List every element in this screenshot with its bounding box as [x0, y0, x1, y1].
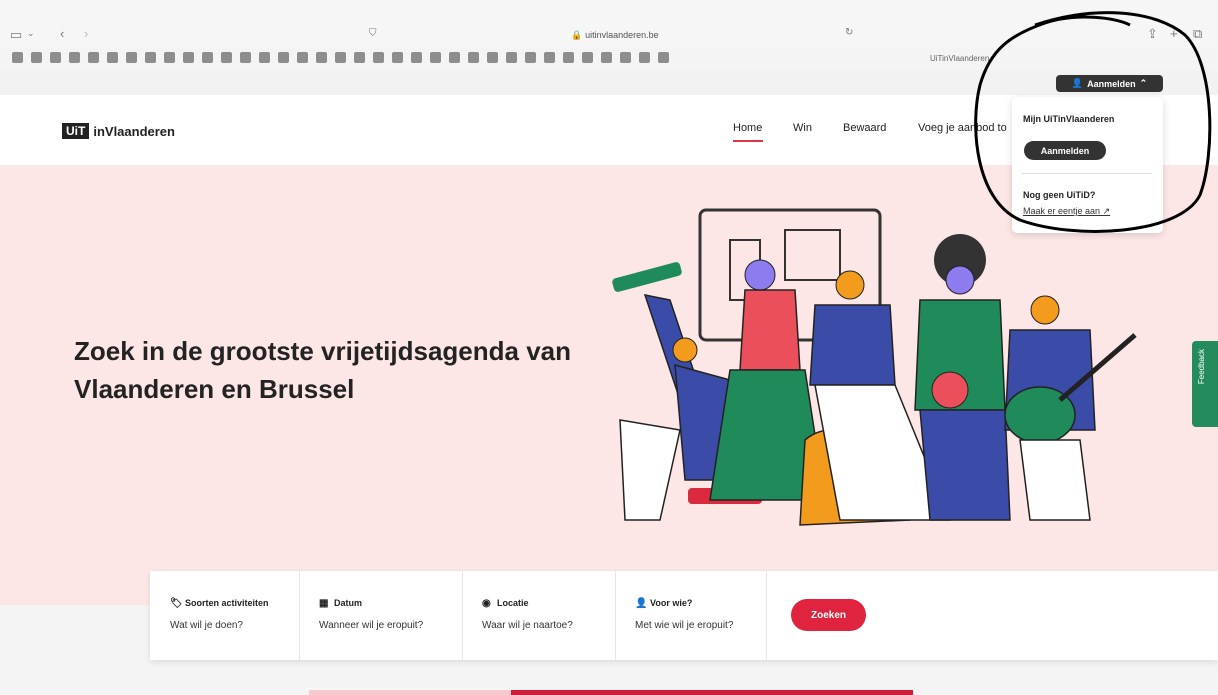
bookmark-icon[interactable] — [563, 52, 574, 63]
nav-home[interactable]: Home — [733, 122, 762, 134]
location-icon: ◉ — [482, 598, 491, 609]
bookmark-icon[interactable] — [50, 52, 61, 63]
bookmark-icon[interactable] — [544, 52, 555, 63]
forward-icon[interactable]: › — [84, 26, 88, 41]
nav-win[interactable]: Win — [793, 122, 812, 134]
bookmark-icon[interactable] — [259, 52, 270, 63]
bookmark-icon[interactable] — [487, 52, 498, 63]
bookmark-icon[interactable] — [107, 52, 118, 63]
reload-icon[interactable]: ↻ — [845, 27, 853, 38]
date-label: ▦ Datum — [319, 598, 363, 609]
feedback-tab[interactable]: Feedback — [1192, 341, 1218, 427]
user-icon: 👤 — [635, 598, 648, 609]
bookmark-icon[interactable] — [183, 52, 194, 63]
search-field-activities[interactable]: 🏷 Soorten activiteiten Wat wil je doen? — [150, 571, 300, 660]
bookmark-icon[interactable] — [126, 52, 137, 63]
bookmark-icon[interactable] — [240, 52, 251, 63]
bookmark-icon[interactable] — [582, 52, 593, 63]
bookmark-icon[interactable] — [278, 52, 289, 63]
logo-uit: UiT — [62, 123, 90, 139]
bookmark-icon[interactable] — [354, 52, 365, 63]
bookmark-icon[interactable] — [88, 52, 99, 63]
search-field-date[interactable]: ▦ Datum Wanneer wil je eropuit? — [299, 571, 463, 660]
activities-label: 🏷 Soorten activiteiten — [170, 598, 269, 609]
bookmark-icon[interactable] — [164, 52, 175, 63]
calendar-icon: ▦ — [319, 598, 329, 609]
bookmark-icon[interactable] — [525, 52, 536, 63]
hero-title: Zoek in de grootste vrijetijdsagenda van… — [74, 336, 572, 404]
bookmark-icon[interactable] — [202, 52, 213, 63]
bookmark-icon[interactable] — [373, 52, 384, 63]
annotation-circle — [974, 11, 1212, 233]
chevron-down-icon[interactable]: ⌄ — [27, 28, 35, 39]
audience-label: 👤 Voor wie? — [635, 598, 693, 609]
address-bar[interactable]: 🔒 uitinvlaanderen.be — [370, 27, 860, 43]
bookmark-icon[interactable] — [335, 52, 346, 63]
bookmark-icon[interactable] — [316, 52, 327, 63]
bookmark-icon[interactable] — [297, 52, 308, 63]
bookmark-icon[interactable] — [601, 52, 612, 63]
sidebar-toggle-icon[interactable]: ▭ — [10, 27, 22, 43]
bottom-banner-light — [309, 690, 511, 695]
logo-text: inVlaanderen — [93, 123, 175, 139]
search-submit-button[interactable]: Zoeken — [791, 599, 866, 631]
tag-icon: 🏷 — [170, 598, 183, 609]
site-logo[interactable]: UiT inVlaanderen — [62, 123, 175, 139]
bookmark-icon[interactable] — [468, 52, 479, 63]
date-value: Wanneer wil je eropuit? — [319, 620, 424, 631]
bookmark-icon[interactable] — [12, 52, 23, 63]
bookmark-icon[interactable] — [69, 52, 80, 63]
nav-bewaard[interactable]: Bewaard — [843, 122, 886, 134]
activities-value: Wat wil je doen? — [170, 620, 243, 631]
search-field-location[interactable]: ◉ Locatie Waar wil je naartoe? — [462, 571, 616, 660]
bookmark-icon[interactable] — [639, 52, 650, 63]
nav-active-indicator — [733, 140, 763, 142]
bookmark-icon[interactable] — [392, 52, 403, 63]
bookmark-icon[interactable] — [145, 52, 156, 63]
feedback-label: Feedback — [1197, 349, 1206, 385]
bookmark-icon[interactable] — [31, 52, 42, 63]
bookmark-icon[interactable] — [506, 52, 517, 63]
bookmark-icon[interactable] — [620, 52, 631, 63]
hero-illustration — [612, 208, 1137, 526]
bookmark-icon[interactable] — [221, 52, 232, 63]
bookmark-icon[interactable] — [449, 52, 460, 63]
bottom-banner-red — [511, 690, 913, 695]
search-card: 🏷 Soorten activiteiten Wat wil je doen? ▦… — [150, 571, 1218, 660]
search-field-audience[interactable]: 👤 Voor wie? Met wie wil je eropuit? — [615, 571, 767, 660]
location-value: Waar wil je naartoe? — [482, 620, 573, 631]
bookmark-icon[interactable] — [411, 52, 422, 63]
bookmark-icon[interactable] — [658, 52, 669, 63]
back-icon[interactable]: ‹ — [60, 26, 64, 41]
location-label: ◉ Locatie — [482, 598, 529, 609]
bookmark-icon[interactable] — [430, 52, 441, 63]
audience-value: Met wie wil je eropuit? — [635, 620, 734, 631]
